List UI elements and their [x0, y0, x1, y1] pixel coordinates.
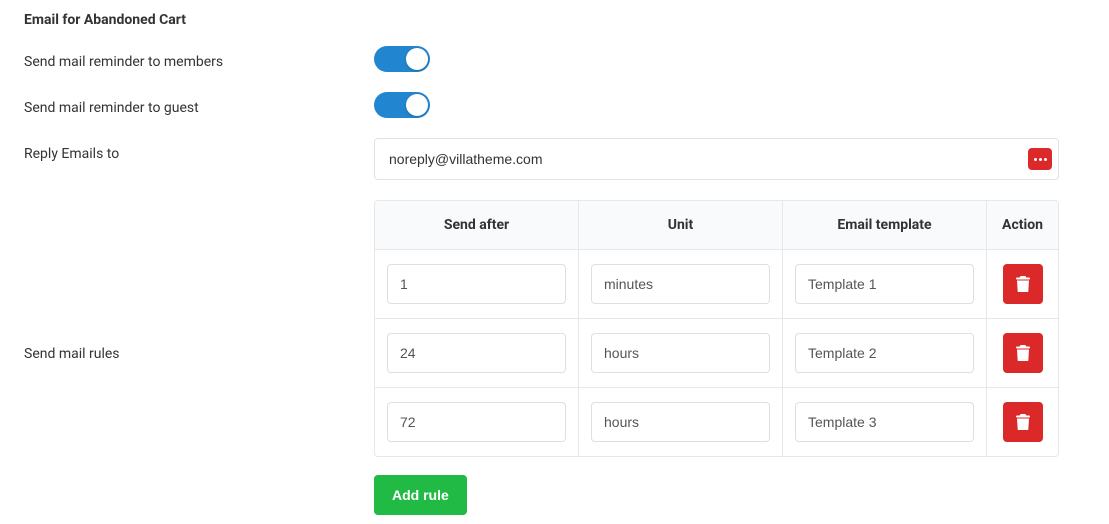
toggle-reminder-guest[interactable] [374, 92, 430, 118]
template-input[interactable] [795, 402, 974, 442]
delete-rule-button[interactable] [1003, 333, 1043, 373]
toggle-reminder-members[interactable] [374, 46, 430, 72]
ellipsis-icon [1034, 158, 1047, 161]
rules-table: Send after Unit Email template Action [374, 200, 1059, 457]
trash-icon [1016, 276, 1030, 292]
table-row [375, 249, 1058, 318]
reply-to-more-button[interactable] [1028, 148, 1052, 170]
label-rules: Send mail rules [24, 200, 374, 362]
delete-rule-button[interactable] [1003, 402, 1043, 442]
reply-to-input[interactable] [389, 151, 1016, 167]
send-after-input[interactable] [387, 402, 566, 442]
template-input[interactable] [795, 264, 974, 304]
table-row [375, 318, 1058, 387]
trash-icon [1016, 414, 1030, 430]
table-row [375, 387, 1058, 456]
add-rule-button[interactable]: Add rule [374, 475, 467, 515]
template-input[interactable] [795, 333, 974, 373]
row-rules: Send mail rules Send after Unit Email te… [24, 200, 1085, 515]
rules-table-body [375, 249, 1058, 456]
send-after-input[interactable] [387, 333, 566, 373]
unit-input[interactable] [591, 264, 770, 304]
th-template: Email template [783, 201, 987, 249]
row-reminder-members: Send mail reminder to members [24, 46, 1085, 72]
delete-rule-button[interactable] [1003, 264, 1043, 304]
th-unit: Unit [579, 201, 783, 249]
th-action: Action [987, 201, 1058, 249]
section-title: Email for Abandoned Cart [24, 12, 1085, 28]
reply-to-input-wrap [374, 138, 1059, 180]
th-send-after: Send after [375, 201, 579, 249]
label-reminder-guest: Send mail reminder to guest [24, 92, 374, 116]
row-reply-to: Reply Emails to [24, 138, 1085, 180]
trash-icon [1016, 345, 1030, 361]
unit-input[interactable] [591, 333, 770, 373]
label-reply-to: Reply Emails to [24, 138, 374, 162]
send-after-input[interactable] [387, 264, 566, 304]
label-reminder-members: Send mail reminder to members [24, 46, 374, 70]
rules-table-head: Send after Unit Email template Action [375, 201, 1058, 249]
unit-input[interactable] [591, 402, 770, 442]
row-reminder-guest: Send mail reminder to guest [24, 92, 1085, 118]
